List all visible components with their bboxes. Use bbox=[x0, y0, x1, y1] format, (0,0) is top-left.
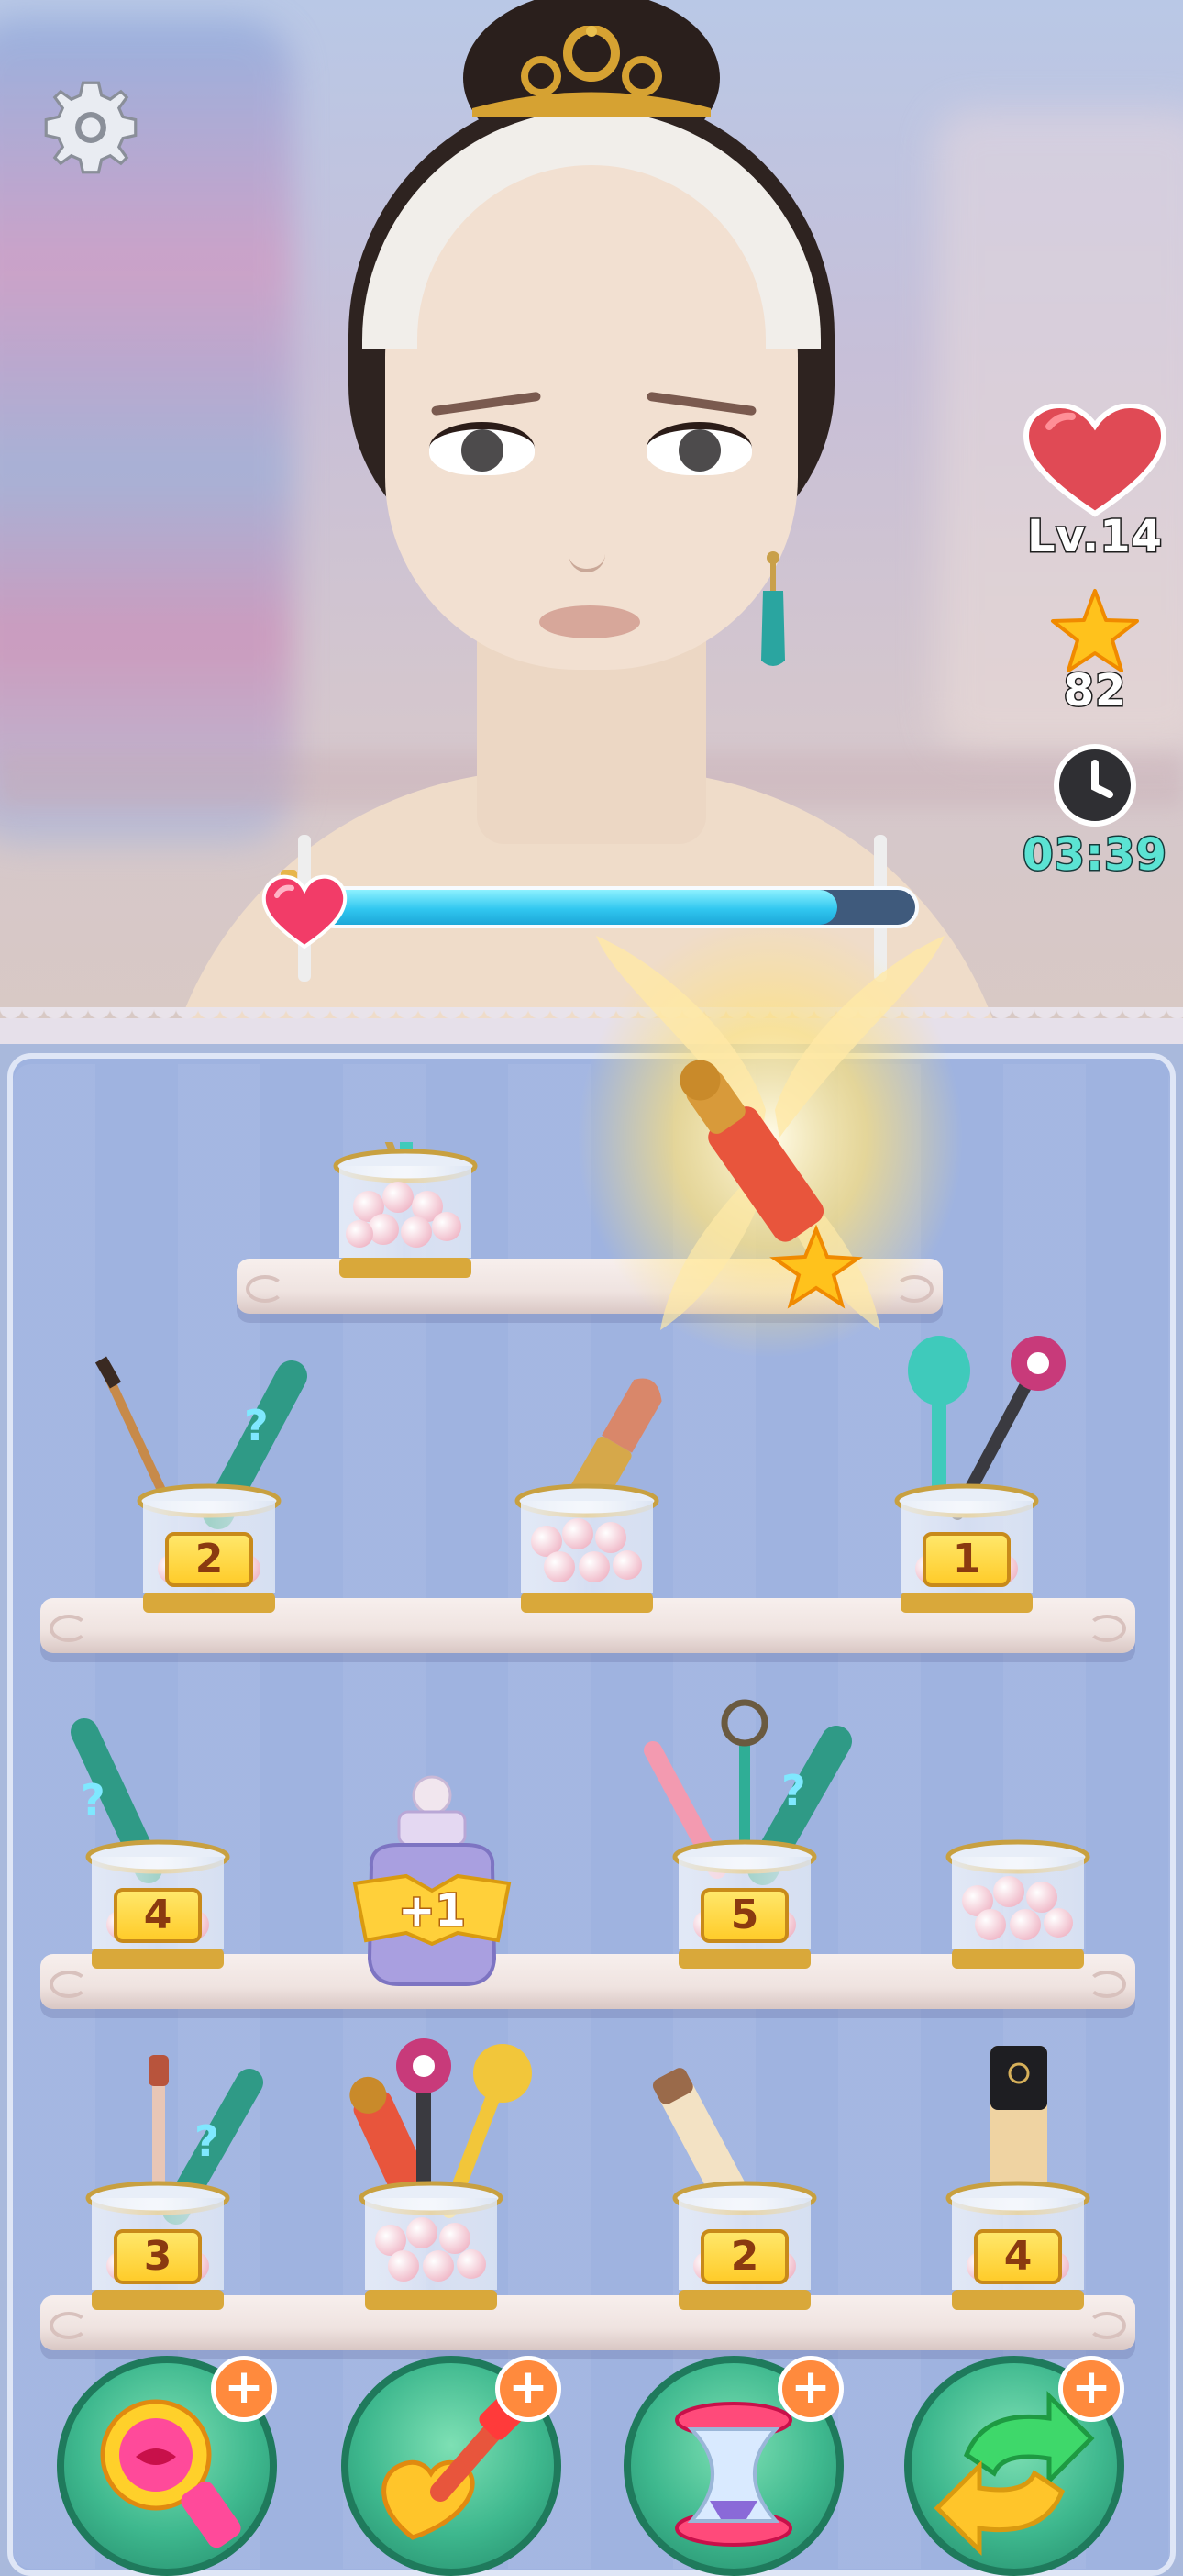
add-lip-booster[interactable]: + bbox=[211, 2356, 277, 2422]
svg-text:?: ? bbox=[244, 1401, 269, 1450]
cup-count-badge: 4 bbox=[974, 2229, 1062, 2284]
bonus-jar[interactable]: +1 bbox=[351, 1775, 512, 1991]
cup-row3-c[interactable]: ? 5 bbox=[644, 1699, 852, 1980]
star-icon bbox=[1051, 589, 1139, 672]
cup-count-badge: 2 bbox=[701, 2229, 789, 2284]
clock-icon bbox=[1054, 744, 1136, 827]
level-label: Lv.14 bbox=[1026, 510, 1164, 564]
svg-text:?: ? bbox=[81, 1775, 105, 1825]
foundation-bottle-icon bbox=[990, 2046, 1047, 2202]
cup-count-badge: 3 bbox=[114, 2229, 202, 2284]
cup-row4-a[interactable]: ? 3 bbox=[84, 2055, 263, 2321]
cup-count-badge: 4 bbox=[114, 1888, 202, 1943]
add-hourglass-booster[interactable]: + bbox=[778, 2356, 844, 2422]
cup-count-badge: 1 bbox=[923, 1532, 1011, 1587]
character-headband bbox=[362, 110, 821, 349]
svg-text:?: ? bbox=[194, 2116, 219, 2166]
star-counter: 82 bbox=[1022, 587, 1168, 718]
star-count: 82 bbox=[1062, 664, 1127, 718]
timer: 03:39 bbox=[1022, 741, 1168, 883]
cup-top[interactable] bbox=[332, 1142, 479, 1289]
add-brush-booster[interactable]: + bbox=[495, 2356, 561, 2422]
progress-fill bbox=[317, 890, 838, 925]
progress-track bbox=[314, 886, 919, 928]
heart-icon bbox=[1023, 402, 1167, 517]
timer-value: 03:39 bbox=[1022, 828, 1168, 883]
cup-row4-c[interactable]: 2 bbox=[652, 2068, 818, 2321]
earring-icon bbox=[761, 551, 785, 666]
add-swap-booster[interactable]: + bbox=[1058, 2356, 1124, 2422]
swap-booster-button[interactable]: + bbox=[904, 2356, 1124, 2576]
cup-row3-a[interactable]: ? 4 bbox=[71, 1718, 231, 1980]
cup-count-badge: 2 bbox=[165, 1532, 253, 1587]
perfume-heart-icon bbox=[261, 870, 348, 949]
fairy-lipstick-highlight[interactable] bbox=[578, 927, 963, 1367]
lip-booster-button[interactable]: + bbox=[57, 2356, 277, 2576]
cup-count-badge: 5 bbox=[701, 1888, 789, 1943]
cup-row2-right[interactable]: 1 bbox=[893, 1336, 1066, 1624]
character-nose bbox=[569, 514, 605, 572]
cup-row4-d[interactable]: 4 bbox=[945, 2046, 1091, 2321]
right-eye bbox=[647, 422, 752, 475]
svg-text:?: ? bbox=[781, 1766, 806, 1815]
level-indicator: Lv.14 bbox=[1022, 402, 1168, 564]
gear-icon[interactable] bbox=[42, 79, 139, 176]
brush-booster-button[interactable]: + bbox=[341, 2356, 561, 2576]
cup-row4-b[interactable] bbox=[349, 2038, 532, 2321]
cup-row3-d[interactable] bbox=[945, 1833, 1091, 1980]
left-eye bbox=[429, 422, 535, 475]
hourglass-booster-button[interactable]: + bbox=[624, 2356, 844, 2576]
cup-row2-mid[interactable] bbox=[514, 1378, 662, 1624]
tiara-icon bbox=[472, 26, 711, 117]
bonus-jar-label: +1 bbox=[397, 1884, 468, 1938]
character-lips bbox=[539, 605, 640, 638]
cup-row2-left[interactable]: ? 2 bbox=[94, 1356, 307, 1624]
